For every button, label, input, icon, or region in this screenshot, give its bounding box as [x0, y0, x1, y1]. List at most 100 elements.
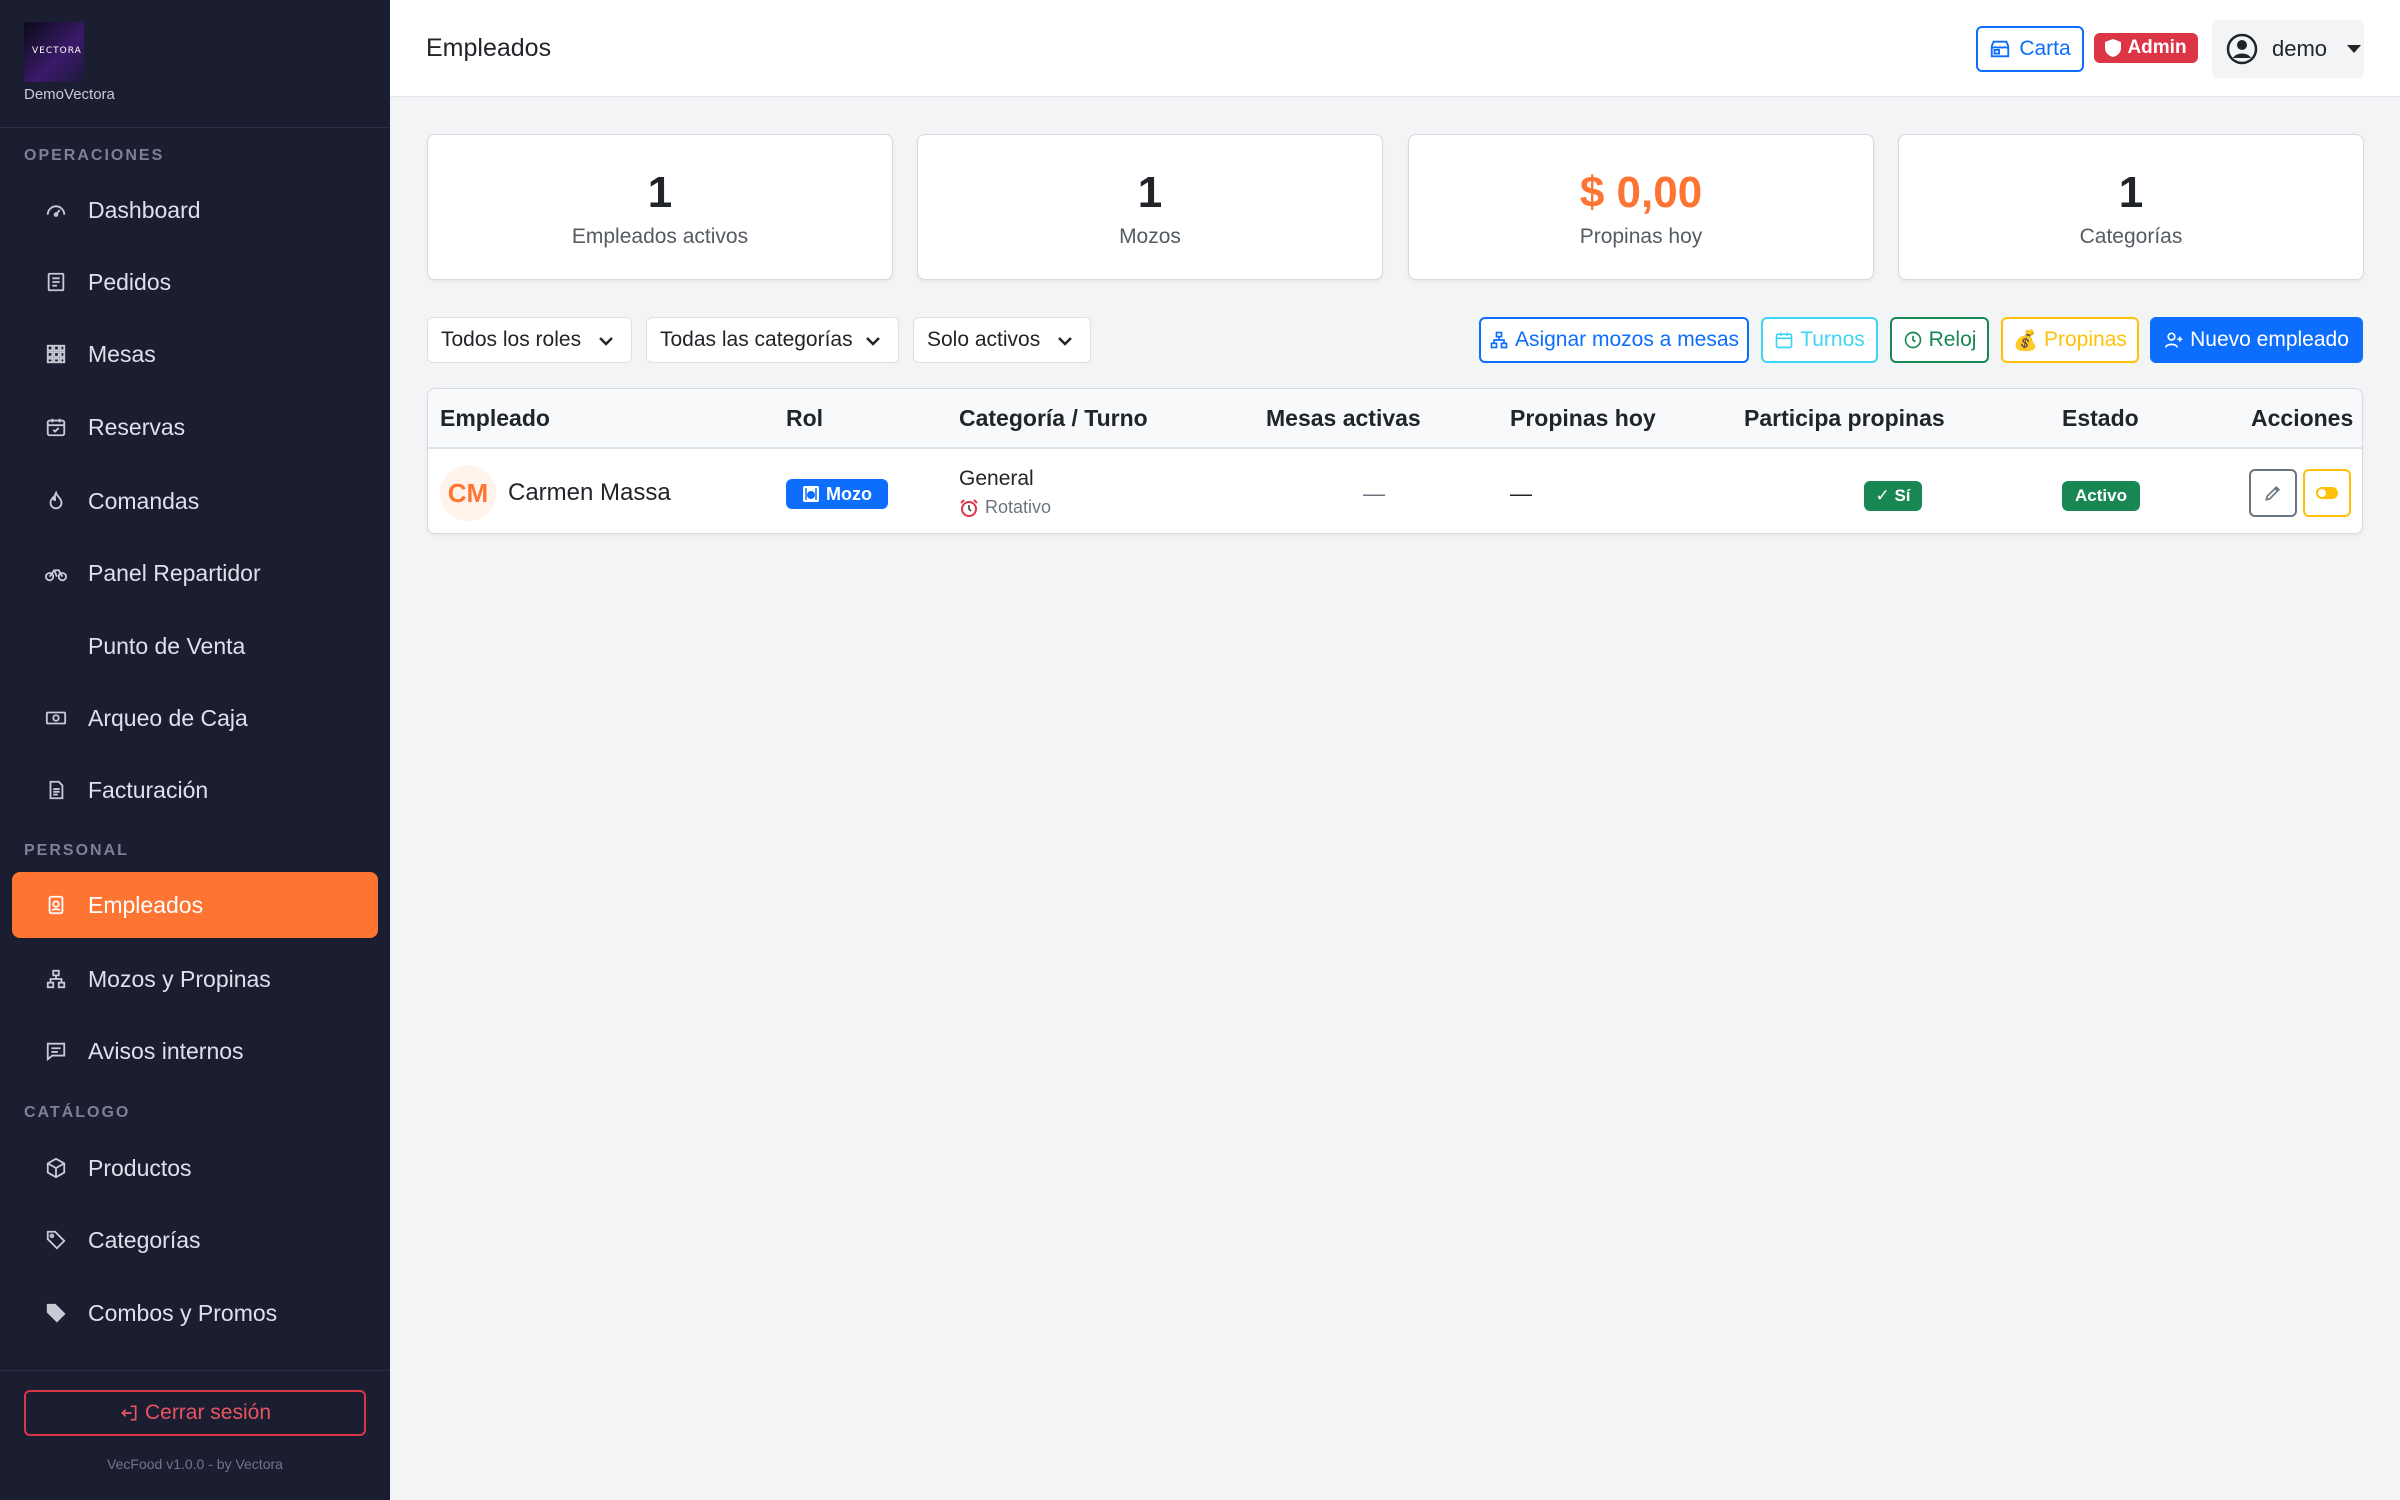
sidebar-item-avisos-internos[interactable]: Avisos internos — [12, 1018, 378, 1084]
version-text: VecFood v1.0.0 - by Vectora — [107, 1456, 283, 1472]
sidebar-item-arqueo-de-caja[interactable]: Arqueo de Caja — [12, 685, 378, 751]
stat-value: $ 0,00 — [1579, 168, 1703, 217]
page-title: Empleados — [426, 34, 552, 62]
stat-value: 1 — [647, 168, 673, 217]
logout-button[interactable]: Cerrar sesión — [24, 1390, 366, 1436]
sidebar-item-panel-repartidor[interactable]: Panel Repartidor — [12, 540, 378, 606]
cash-icon — [44, 706, 68, 730]
shifts-button[interactable]: Turnos — [1761, 317, 1878, 363]
stat-value: 1 — [1137, 168, 1163, 217]
stat-label: Mozos — [1119, 225, 1181, 248]
sidebar-item-productos[interactable]: Productos — [12, 1135, 378, 1201]
participates-badge: ✓ Sí — [1864, 481, 1922, 511]
active-tables-value: — — [1363, 481, 1385, 506]
sidebar-item-dashboard[interactable]: Dashboard — [12, 177, 378, 243]
category-name: General — [959, 467, 1034, 490]
user-menu[interactable]: demo — [2212, 20, 2364, 78]
brand-name: DemoVectora — [24, 86, 115, 103]
section-operaciones: OPERACIONES — [24, 147, 165, 164]
stat-label: Propinas hoy — [1579, 225, 1703, 248]
sidebar-item-comandas[interactable]: Comandas — [12, 468, 378, 534]
user-circle-icon — [2226, 33, 2258, 65]
sidebar-item-label: Pedidos — [88, 268, 172, 295]
section-personal: PERSONAL — [24, 842, 129, 859]
chevron-down-icon — [866, 337, 880, 346]
box-icon — [44, 1156, 68, 1180]
sidebar-item-label: Reservas — [88, 413, 186, 440]
pos-icon — [44, 634, 68, 658]
category-filter-select[interactable]: Todas las categorías — [646, 317, 899, 363]
sidebar-item-reservas[interactable]: Reservas — [12, 394, 378, 460]
calendar-check-icon — [44, 415, 68, 439]
sidebar-item-mesas[interactable]: Mesas — [12, 321, 378, 387]
speedometer-icon — [44, 198, 68, 222]
toggle-active-button[interactable] — [2303, 469, 2351, 517]
column-header: Acciones — [2251, 405, 2354, 431]
carta-button[interactable]: Carta — [1976, 26, 2084, 72]
shifts-label: Turnos — [1800, 328, 1865, 351]
divider — [0, 1370, 390, 1371]
column-header: Categoría / Turno — [959, 405, 1148, 431]
sidebar-item-label: Mozos y Propinas — [88, 965, 271, 992]
chevron-down-icon — [1058, 337, 1072, 346]
carta-label: Carta — [2019, 37, 2071, 60]
stat-card-employees: 1 Empleados activos — [427, 134, 893, 280]
chat-icon — [44, 1039, 68, 1063]
caret-down-icon — [2347, 45, 2362, 53]
sidebar-item-label: Punto de Venta — [88, 632, 246, 659]
alarm-clock-icon — [960, 498, 978, 517]
sidebar-item-label: Categorías — [88, 1226, 201, 1253]
clock-button[interactable]: Reloj — [1890, 317, 1989, 363]
sidebar-item-empleados[interactable]: Empleados — [12, 872, 378, 938]
sidebar-item-punto-de-venta[interactable]: Punto de Venta — [12, 613, 378, 679]
tips-label: Propinas — [2044, 328, 2127, 351]
topbar: Empleados Carta Admin demo — [390, 0, 2400, 97]
sidebar-item-pedidos[interactable]: Pedidos — [12, 249, 378, 315]
status-badge: Activo — [2062, 481, 2140, 511]
role-badge: Mozo — [786, 479, 888, 509]
sidebar-item-categorias[interactable]: Categorías — [12, 1207, 378, 1273]
new-employee-button[interactable]: Nuevo empleado — [2150, 317, 2363, 363]
assign-waiters-label: Asignar mozos a mesas — [1514, 328, 1740, 351]
sidebar-item-label: Combos y Promos — [88, 1299, 278, 1326]
calendar-icon — [1775, 332, 1793, 349]
sidebar-item-label: Avisos internos — [88, 1037, 244, 1064]
status-filter-value: Solo activos — [927, 328, 1041, 351]
shift-info: Rotativo — [959, 497, 1051, 518]
brand-logo-text: VECTORA — [32, 46, 82, 56]
tray-icon — [803, 486, 819, 502]
sidebar-item-label: Productos — [88, 1154, 192, 1181]
fire-icon — [44, 489, 68, 513]
person-plus-icon — [2164, 332, 2183, 348]
bicycle-icon — [44, 561, 68, 585]
role-filter-value: Todos los roles — [441, 328, 582, 351]
person-badge-icon — [44, 893, 68, 917]
sidebar-item-label: Mesas — [88, 340, 156, 367]
receipt-icon — [44, 270, 68, 294]
edit-button[interactable] — [2249, 469, 2297, 517]
column-header: Propinas hoy — [1510, 405, 1656, 431]
stat-card-waiters: 1 Mozos — [917, 134, 1383, 280]
clock-label: Reloj — [1928, 328, 1977, 351]
sidebar-item-label: Comandas — [88, 487, 200, 514]
sidebar-item-mozos-y-propinas[interactable]: Mozos y Propinas — [12, 946, 378, 1012]
status-filter-select[interactable]: Solo activos — [913, 317, 1091, 363]
section-catalogo: CATÁLOGO — [24, 1104, 131, 1121]
grid-icon — [44, 342, 68, 366]
stat-card-tips: $ 0,00 Propinas hoy — [1408, 134, 1874, 280]
brand[interactable]: VECTORA DemoVectora — [24, 22, 115, 103]
role-filter-select[interactable]: Todos los roles — [427, 317, 632, 363]
column-header: Estado — [2062, 405, 2139, 431]
table-header: Empleado Rol Categoría / Turno Mesas act… — [428, 389, 2362, 449]
pencil-icon — [2265, 485, 2281, 501]
stat-card-categories: 1 Categorías — [1898, 134, 2364, 280]
diagram-icon — [1490, 331, 1508, 349]
clock-icon — [1904, 331, 1921, 349]
assign-waiters-button[interactable]: Asignar mozos a mesas — [1479, 317, 1749, 363]
toggle-icon — [2316, 487, 2338, 499]
sidebar-item-combos-y-promos[interactable]: Combos y Promos — [12, 1280, 378, 1346]
sidebar-item-label: Empleados — [88, 891, 204, 918]
sidebar-item-facturacion[interactable]: Facturación — [12, 757, 378, 823]
tips-button[interactable]: 💰 Propinas — [2001, 317, 2139, 363]
brand-logo: VECTORA — [24, 22, 84, 82]
